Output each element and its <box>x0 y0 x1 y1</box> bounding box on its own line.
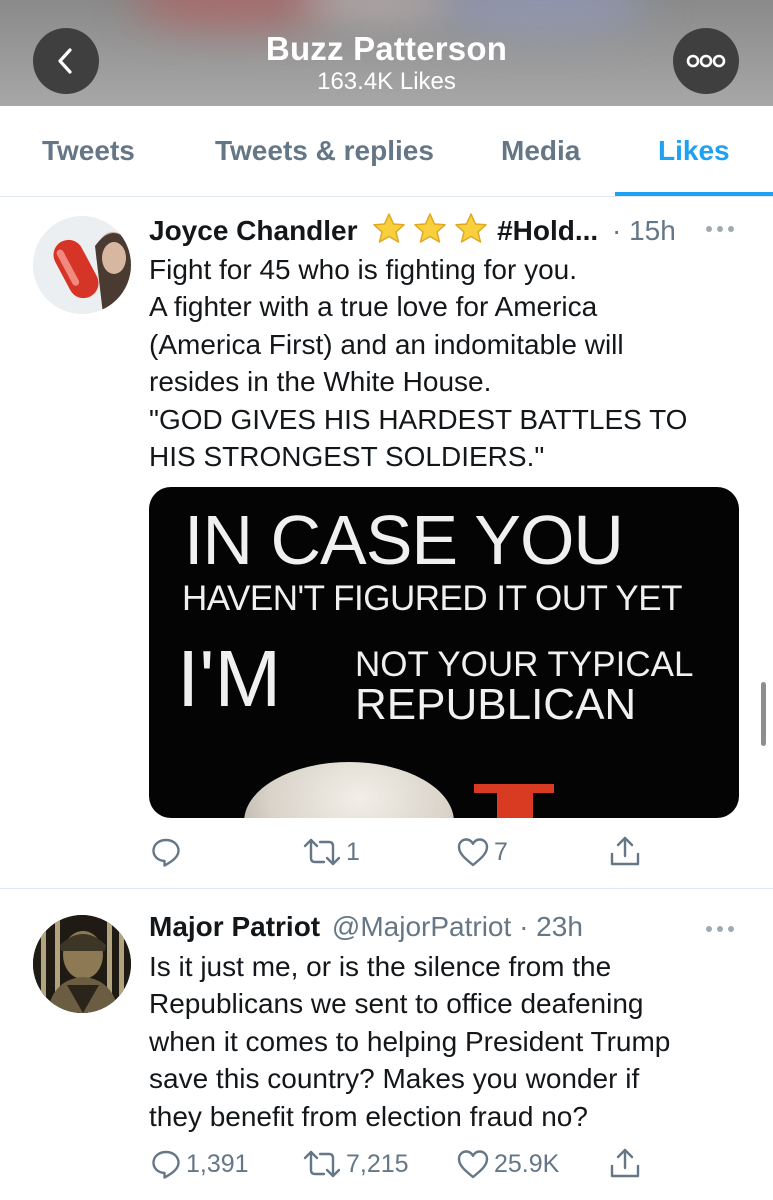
retweet-icon <box>303 838 341 866</box>
retweet-count: 7,215 <box>346 1149 409 1178</box>
media-text-line: NOT YOUR TYPICAL <box>355 645 694 684</box>
media-red-letter <box>497 791 533 818</box>
tweet-text: Fight for 45 who is fighting for you. A … <box>149 254 688 473</box>
profile-header: Buzz Patterson 163.4K Likes <box>0 0 773 106</box>
media-text-line: HAVEN'T FIGURED IT OUT YET <box>182 579 682 618</box>
profile-name: Buzz Patterson <box>265 30 508 67</box>
tweet-more-button[interactable] <box>706 226 734 232</box>
reply-count: 1,391 <box>186 1149 249 1178</box>
share-icon <box>610 1148 640 1178</box>
tweet-divider <box>0 888 773 889</box>
handle[interactable]: @MajorPatriot <box>332 911 511 942</box>
tab-tweets[interactable]: Tweets <box>42 106 135 196</box>
more-button[interactable] <box>673 28 739 94</box>
heart-icon <box>457 1150 489 1179</box>
likes-count: 163.4K Likes <box>317 68 456 95</box>
tab-media[interactable]: Media <box>501 106 580 196</box>
heart-icon <box>457 838 489 867</box>
retweet-button[interactable]: 1 <box>302 836 360 868</box>
scrollbar[interactable] <box>761 682 766 746</box>
retweet-button[interactable]: 7,215 <box>302 1148 409 1180</box>
media-text-line: IN CASE YOU <box>184 501 624 579</box>
tweet-media-image[interactable]: IN CASE YOU HAVEN'T FIGURED IT OUT YET I… <box>149 487 739 818</box>
reply-icon <box>152 1150 180 1179</box>
display-name-suffix: #Hold... <box>497 215 599 246</box>
reply-button[interactable] <box>150 836 186 868</box>
share-button[interactable] <box>608 1146 642 1180</box>
header-banner-blur <box>130 0 330 30</box>
star-emoji-icons <box>371 212 489 251</box>
share-button[interactable] <box>608 834 642 868</box>
header-banner-blur <box>430 0 650 30</box>
active-tab-indicator <box>615 192 773 196</box>
header-banner-blur <box>300 0 450 20</box>
tweet-header: Major Patriot @MajorPatriot · 23h <box>149 911 583 943</box>
like-count: 25.9K <box>494 1149 560 1178</box>
like-button[interactable]: 25.9K <box>456 1148 559 1180</box>
tweet-header: Joyce Chandler #Hold... · 15h <box>149 212 676 251</box>
media-text-line: I'M <box>177 634 282 723</box>
tab-likes[interactable]: Likes <box>658 106 730 196</box>
tweet-text: Is it just me, or is the silence from th… <box>149 951 671 1132</box>
tweet-more-button[interactable] <box>706 926 734 932</box>
profile-tabs: Tweets Tweets & replies Media Likes <box>0 106 773 197</box>
media-photo-head <box>244 762 454 818</box>
reply-button[interactable]: 1,391 <box>150 1148 249 1180</box>
avatar[interactable] <box>33 915 131 1013</box>
more-horizontal-icon <box>686 54 726 68</box>
avatar[interactable] <box>33 216 131 314</box>
tweet-time[interactable]: · 23h <box>519 911 583 942</box>
media-text-line: REPUBLICAN <box>355 680 637 729</box>
like-count: 7 <box>494 837 508 866</box>
display-name[interactable]: Major Patriot <box>149 911 320 942</box>
like-button[interactable]: 7 <box>456 836 508 868</box>
retweet-icon <box>303 1150 341 1178</box>
share-icon <box>610 836 640 866</box>
reply-icon <box>152 838 180 867</box>
retweet-count: 1 <box>346 837 360 866</box>
display-name[interactable]: Joyce Chandler <box>149 215 358 246</box>
tab-tweets-and-replies[interactable]: Tweets & replies <box>215 106 434 196</box>
tweet-time[interactable]: · 15h <box>612 215 676 246</box>
